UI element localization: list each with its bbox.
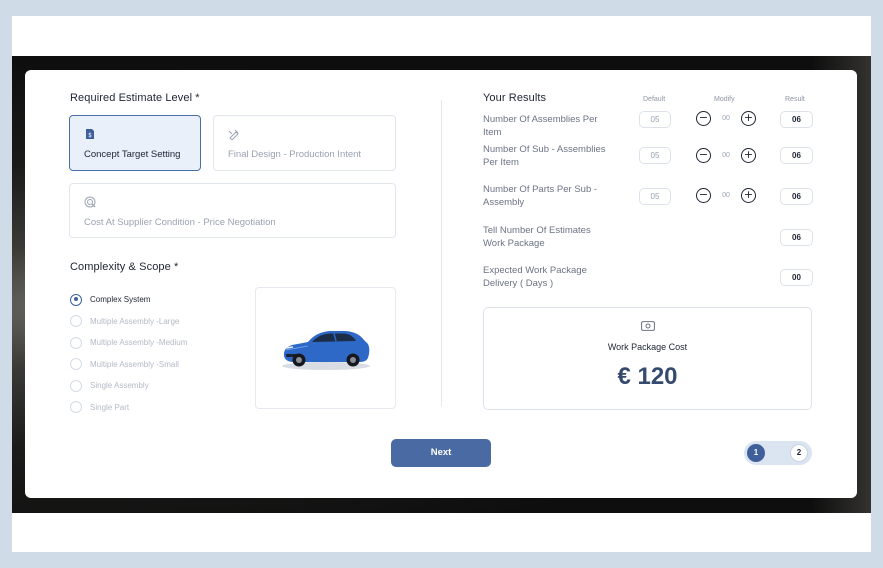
radio-label: Single Part — [90, 402, 130, 412]
svg-text:$: $ — [88, 132, 92, 139]
cost-value: € 120 — [617, 363, 678, 390]
radio-single-assembly[interactable]: Single Assembly — [70, 375, 187, 397]
row-label-assemblies: Number Of Assemblies Per Item — [483, 114, 598, 138]
radio-dot[interactable] — [70, 293, 82, 306]
row-label-delivery: Expected Work Package Delivery ( Days ) — [483, 265, 587, 289]
option-concept-target-setting[interactable]: $ Concept Target Setting — [69, 115, 201, 171]
radio-dot[interactable] — [70, 401, 82, 414]
step-indicator: 1 2 — [744, 441, 812, 465]
increment-button[interactable]: + — [741, 148, 756, 163]
decrement-button[interactable]: − — [696, 111, 711, 126]
modify-value: 00 — [722, 192, 730, 199]
section-divider — [441, 100, 442, 406]
radio-dot[interactable] — [70, 379, 82, 392]
option-supplier-condition[interactable]: Cost At Supplier Condition - Price Negot… — [69, 183, 396, 238]
browser-top-bar — [12, 16, 871, 56]
cost-title: Work Package Cost — [607, 342, 688, 352]
option-label: Final Design - Production Intent — [228, 149, 362, 160]
radio-label: Multiple Assembly -Medium — [90, 338, 188, 348]
row-label-parts: Number Of Parts Per Sub - Assembly — [483, 184, 598, 208]
radio-label: Single Assembly — [90, 381, 149, 391]
car-image-box — [255, 287, 396, 409]
result-value: 06 — [780, 147, 813, 164]
result-value: 06 — [780, 229, 813, 246]
option-label: Cost At Supplier Condition - Price Negot… — [84, 217, 276, 228]
work-package-cost-box: Work Package Cost € 120 — [483, 307, 812, 410]
row-label-sub-assemblies: Number Of Sub - Assemblies Per Item — [483, 144, 606, 168]
radio-complex-system[interactable]: Complex System — [70, 289, 187, 311]
radio-single-part[interactable]: Single Part — [70, 397, 187, 419]
step-1[interactable]: 1 — [747, 444, 765, 462]
increment-button[interactable]: + — [741, 111, 756, 126]
decrement-button[interactable]: − — [696, 148, 711, 163]
default-value: 05 — [639, 188, 671, 205]
default-value: 05 — [639, 147, 671, 164]
result-value: 00 — [780, 269, 813, 286]
results-title: Your Results — [483, 92, 547, 104]
radio-multiple-assembly-medium[interactable]: Multiple Assembly -Medium — [70, 332, 187, 354]
result-value: 06 — [780, 188, 813, 205]
radio-dot[interactable] — [70, 315, 82, 328]
option-label: Concept Target Setting — [84, 149, 181, 160]
modify-value: 00 — [722, 152, 730, 159]
radio-label: Multiple Assembly -Large — [90, 316, 180, 326]
col-result-header: Result — [785, 96, 805, 103]
complexity-title: Complexity & Scope * — [70, 261, 179, 273]
complexity-radio-group: Complex System Multiple Assembly -Large … — [70, 289, 187, 418]
col-default-header: Default — [643, 96, 666, 103]
car-icon — [282, 331, 370, 370]
estimate-card: Required Estimate Level * $ Concept Targ… — [25, 70, 857, 498]
design-pen-icon — [228, 129, 239, 140]
money-bill-icon — [641, 321, 655, 331]
radio-dot[interactable] — [70, 358, 82, 371]
result-value: 06 — [780, 111, 813, 128]
browser-bottom-bar — [12, 513, 871, 552]
radio-dot[interactable] — [70, 336, 82, 349]
increment-button[interactable]: + — [741, 188, 756, 203]
next-button[interactable]: Next — [391, 439, 491, 467]
default-value: 05 — [639, 111, 671, 128]
document-dollar-icon: $ — [86, 129, 94, 139]
decrement-button[interactable]: − — [696, 188, 711, 203]
option-final-design[interactable]: Final Design - Production Intent — [213, 115, 396, 171]
step-2[interactable]: 2 — [790, 444, 808, 462]
target-search-icon — [84, 196, 96, 208]
modify-value: 00 — [722, 115, 730, 122]
row-label-estimates: Tell Number Of Estimates Work Package — [483, 225, 591, 249]
radio-label: Complex System — [90, 295, 151, 305]
radio-multiple-assembly-small[interactable]: Multiple Assembly -Small — [70, 354, 187, 376]
col-modify-header: Modify — [714, 96, 735, 103]
estimate-level-title: Required Estimate Level * — [70, 92, 200, 104]
radio-multiple-assembly-large[interactable]: Multiple Assembly -Large — [70, 311, 187, 333]
radio-label: Multiple Assembly -Small — [90, 359, 179, 369]
